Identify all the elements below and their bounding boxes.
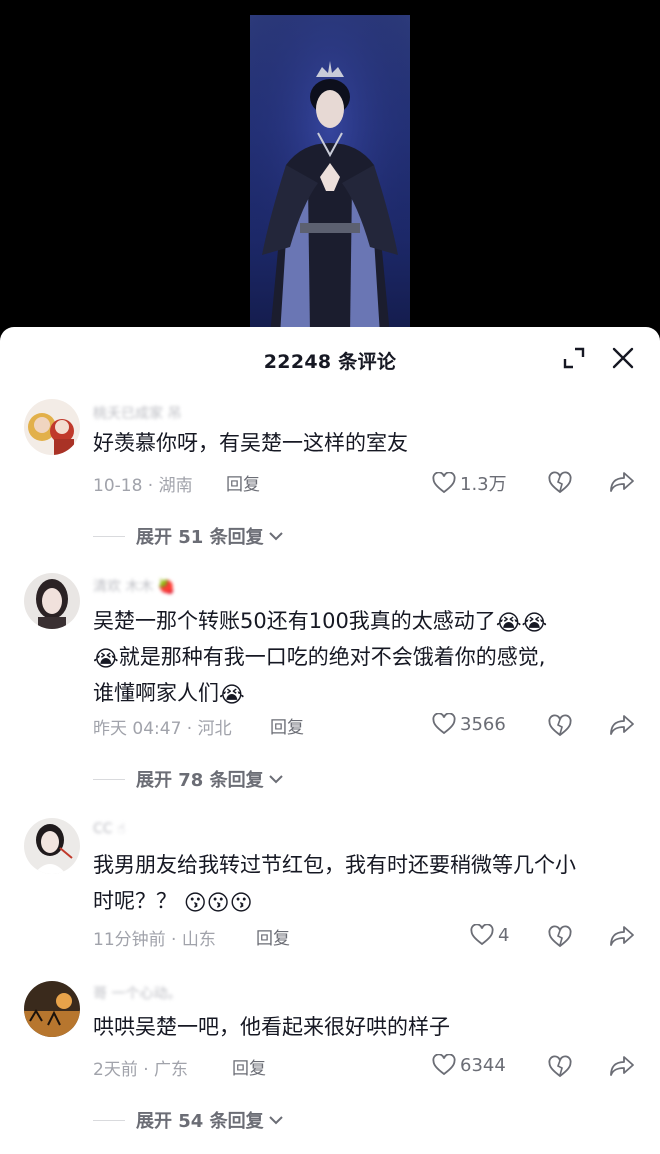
expand-replies-label: 展开 78 条回复 (136, 770, 264, 791)
username[interactable]: 清欢 木木 🍓 (93, 576, 175, 596)
chevron-down-icon (268, 532, 283, 541)
avatar[interactable] (24, 573, 80, 629)
dislike-icon[interactable] (547, 712, 573, 738)
comment-text: 我男朋友给我转过节红包，我有时还要稍微等几个小 时呢？？ 😗😗😗 (93, 847, 633, 919)
pouting-emoji: 😗 (229, 891, 253, 916)
video-frame (250, 15, 410, 335)
username[interactable]: 哥 一个心动。 (93, 983, 181, 1003)
like-count: 3566 (460, 713, 506, 735)
expand-replies-label: 展开 51 条回复 (136, 527, 264, 548)
chevron-down-icon (268, 1116, 283, 1125)
reply-button[interactable]: 回复 (256, 924, 290, 949)
heart-icon (470, 924, 494, 946)
pouting-emoji: 😗 (183, 891, 207, 916)
comment-line: 谁懂啊家人们 (93, 681, 219, 705)
chevron-down-icon (268, 775, 283, 784)
crying-emoji: 😭 (521, 611, 548, 636)
expand-replies-button[interactable]: 展开 51 条回复 (93, 523, 284, 549)
comment-line: 我男朋友给我转过节红包，我有时还要稍微等几个小 (93, 853, 576, 877)
comment-meta: 昨天 04:47 · 河北 (93, 719, 232, 739)
like-button[interactable]: 4 (470, 924, 509, 946)
avatar[interactable] (24, 818, 80, 874)
comment-panel: 22248 条评论 桃夭已成家 吊 好羡慕你呀，有吴楚一这样的室友 10-18 … (0, 327, 660, 1154)
close-icon[interactable] (611, 346, 635, 370)
costumed-actor-image (250, 15, 410, 335)
heart-icon (432, 1054, 456, 1076)
like-count: 6344 (460, 1054, 506, 1076)
share-icon[interactable] (609, 1054, 635, 1078)
like-count: 4 (498, 924, 510, 946)
reply-button[interactable]: 回复 (232, 1054, 266, 1079)
panel-title: 22248 条评论 (263, 351, 397, 373)
heart-icon (432, 472, 456, 494)
comment-meta: 11分钟前 · 山东 (93, 930, 216, 950)
share-icon[interactable] (609, 470, 635, 494)
like-count: 1.3万 (460, 474, 507, 495)
crying-emoji: 😭 (93, 647, 119, 672)
like-button[interactable]: 3566 (432, 713, 506, 735)
expand-replies-button[interactable]: 展开 54 条回复 (93, 1107, 284, 1133)
share-icon[interactable] (609, 924, 635, 948)
like-button[interactable]: 6344 (432, 1054, 506, 1076)
divider (93, 535, 125, 537)
comment-line: 就是那种有我一口吃的绝对不会饿着你的感觉, (118, 645, 546, 669)
crying-emoji: 😭 (495, 611, 522, 636)
comment-line: 吴楚一那个转账50还有100我真的太感动了 (93, 609, 496, 633)
share-icon[interactable] (609, 713, 635, 737)
dislike-icon[interactable] (547, 923, 573, 949)
panel-header: 22248 条评论 (0, 327, 660, 389)
avatar[interactable] (24, 399, 80, 455)
comment-line: 时呢？？ (93, 889, 177, 913)
comment-meta: 10-18 · 湖南 (93, 476, 193, 496)
crying-emoji: 😭 (219, 683, 245, 708)
username[interactable]: 桃夭已成家 吊 (93, 403, 181, 423)
expand-icon[interactable] (562, 346, 586, 370)
username[interactable]: CC ☝ (93, 821, 126, 837)
expand-replies-button[interactable]: 展开 78 条回复 (93, 766, 284, 792)
heart-icon (432, 713, 456, 735)
comment-meta: 2天前 · 广东 (93, 1060, 189, 1080)
video-player[interactable] (0, 0, 660, 340)
avatar[interactable] (24, 981, 80, 1037)
comment-text: 好羡慕你呀，有吴楚一这样的室友 (93, 431, 408, 455)
comment-text: 吴楚一那个转账50还有100我真的太感动了😭😭 😭就是那种有我一口吃的绝对不会饿… (93, 603, 633, 711)
comment-text: 哄哄吴楚一吧，他看起来很好哄的样子 (93, 1015, 450, 1039)
dislike-icon[interactable] (547, 1053, 573, 1079)
reply-button[interactable]: 回复 (270, 713, 304, 738)
like-button[interactable]: 1.3万 (432, 470, 507, 496)
pouting-emoji: 😗 (206, 891, 230, 916)
reply-button[interactable]: 回复 (226, 470, 260, 495)
divider (93, 1119, 125, 1121)
expand-replies-label: 展开 54 条回复 (136, 1111, 264, 1132)
dislike-icon[interactable] (547, 469, 573, 495)
divider (93, 778, 125, 780)
